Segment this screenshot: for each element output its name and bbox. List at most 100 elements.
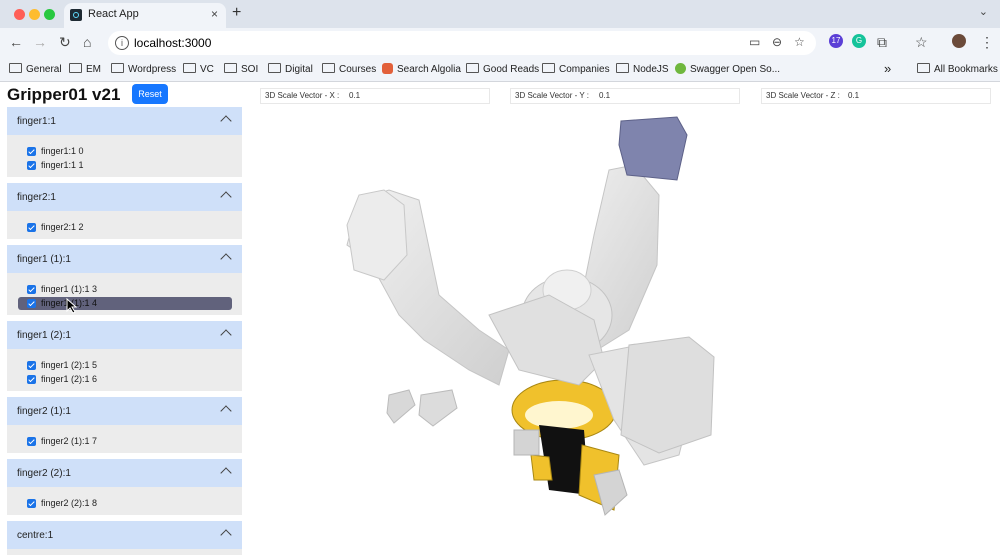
list-item-selected[interactable]: finger1 (1):1 4	[18, 297, 232, 310]
loose-cube-left[interactable]	[386, 389, 416, 424]
checkbox[interactable]	[27, 285, 36, 294]
bookmark-em[interactable]: EM	[69, 63, 101, 75]
bookmark-swagger[interactable]: Swagger Open So...	[675, 63, 780, 75]
back-arrow-icon[interactable]: ←	[9, 34, 23, 50]
section-header[interactable]: centre:1	[7, 521, 242, 549]
gripper-3d-model[interactable]	[249, 85, 1000, 555]
chevron-up-icon[interactable]	[220, 115, 232, 127]
list-item[interactable]: finger1 (2):1 6	[18, 373, 232, 386]
close-tab-icon[interactable]: ×	[211, 7, 218, 21]
minimize-window-button[interactable]	[29, 9, 40, 20]
page-title: Gripper01 v21	[7, 85, 121, 104]
react-favicon-icon	[70, 9, 82, 21]
list-item[interactable]: finger1:1 0	[18, 145, 232, 158]
bookmark-soi[interactable]: SOI	[224, 63, 258, 75]
bookmark-digital[interactable]: Digital	[268, 63, 313, 75]
finger-arm-right-lower[interactable]	[588, 336, 715, 466]
folder-icon	[268, 63, 281, 73]
checkbox[interactable]	[27, 361, 36, 370]
reset-button[interactable]: Reset	[132, 84, 168, 104]
extensions-puzzle-icon[interactable]: ⧉	[877, 34, 887, 51]
list-item[interactable]: finger2 (1):1 7	[18, 435, 232, 448]
section-header[interactable]: finger2:1	[7, 183, 242, 211]
folder-icon	[542, 63, 555, 73]
chevron-up-icon[interactable]	[220, 329, 232, 341]
list-item[interactable]: finger2:1 2	[18, 221, 232, 234]
checkbox[interactable]	[27, 499, 36, 508]
bookmark-companies[interactable]: Companies	[542, 63, 610, 75]
bookmarks-overflow-icon[interactable]: »	[884, 61, 891, 76]
folder-icon	[111, 63, 124, 73]
section-title: finger1:1	[17, 116, 56, 127]
checkbox[interactable]	[27, 375, 36, 384]
section-finger2-1: finger2:1 finger2:1 2	[7, 183, 242, 239]
forward-arrow-icon[interactable]: →	[33, 34, 47, 50]
checkbox[interactable]	[27, 437, 36, 446]
folder-icon	[183, 63, 196, 73]
checkbox[interactable]	[27, 299, 36, 308]
checkbox[interactable]	[27, 147, 36, 156]
section-header[interactable]: finger2 (1):1	[7, 397, 242, 425]
checkbox[interactable]	[27, 223, 36, 232]
reload-icon[interactable]: ↻	[59, 34, 71, 51]
section-header[interactable]: finger2 (2):1	[7, 459, 242, 487]
extension-badge-icon[interactable]: 17	[829, 34, 843, 48]
avatar[interactable]	[952, 34, 966, 48]
bookmark-good-reads[interactable]: Good Reads	[466, 63, 539, 75]
tab-react-app[interactable]: React App ×	[64, 3, 226, 28]
section-header[interactable]: finger1 (2):1	[7, 321, 242, 349]
address-bar[interactable]: i localhost:3000 ▭ ⊖ ☆	[108, 31, 816, 55]
section-title: centre:1	[17, 530, 54, 541]
bookmark-search-algolia[interactable]: Search Algolia	[382, 63, 461, 75]
bookmark-general[interactable]: General	[9, 63, 62, 75]
section-header[interactable]: finger1:1	[7, 107, 242, 135]
chevron-up-icon[interactable]	[220, 529, 232, 541]
parts-sidebar: finger1:1 finger1:1 0 finger1:1 1 finger…	[7, 107, 242, 555]
menu-kebab-icon[interactable]: ⋮	[980, 34, 994, 51]
folder-icon	[322, 63, 335, 73]
algolia-icon	[382, 63, 393, 74]
list-item[interactable]: finger1 (2):1 5	[18, 359, 232, 372]
tab-search-chevron-icon[interactable]: ⌄	[979, 5, 988, 18]
chevron-up-icon[interactable]	[220, 467, 232, 479]
section-finger1-1-1: finger1 (1):1 finger1 (1):1 3 finger1 (1…	[7, 245, 242, 315]
new-tab-button[interactable]: +	[232, 4, 241, 22]
list-item[interactable]: finger1 (1):1 3	[18, 283, 232, 296]
section-finger1-2-1: finger1 (2):1 finger1 (2):1 5 finger1 (2…	[7, 321, 242, 391]
tab-title: React App	[88, 8, 139, 20]
loose-cube-mid[interactable]	[418, 389, 458, 427]
all-bookmarks[interactable]: All Bookmarks	[917, 63, 998, 75]
base-black-column[interactable]	[513, 425, 628, 516]
grammarly-icon[interactable]: G	[852, 34, 866, 48]
chevron-up-icon[interactable]	[220, 405, 232, 417]
folder-icon	[9, 63, 22, 73]
chevron-up-icon[interactable]	[220, 253, 232, 265]
checkbox[interactable]	[27, 161, 36, 170]
bookmark-nodejs[interactable]: NodeJS	[616, 63, 669, 75]
bookmark-vc[interactable]: VC	[183, 63, 214, 75]
bookmark-wordpress[interactable]: Wordpress	[111, 63, 176, 75]
list-item[interactable]: finger2 (2):1 8	[18, 497, 232, 510]
bookmarks-panel-icon[interactable]: ☆	[915, 34, 928, 51]
section-title: finger2 (1):1	[17, 406, 71, 417]
install-app-icon[interactable]: ▭	[749, 35, 760, 49]
bookmark-star-icon[interactable]: ☆	[794, 35, 805, 49]
browser-tab-strip: React App × + ⌄	[0, 0, 1000, 28]
bookmark-courses[interactable]: Courses	[322, 63, 376, 75]
zoom-icon[interactable]: ⊖	[772, 35, 782, 49]
site-info-icon[interactable]: i	[115, 36, 129, 50]
section-title: finger1 (1):1	[17, 254, 71, 265]
section-title: finger1 (2):1	[17, 330, 71, 341]
url-text: localhost:3000	[134, 36, 212, 50]
home-icon[interactable]: ⌂	[83, 34, 91, 50]
section-header[interactable]: finger1 (1):1	[7, 245, 242, 273]
chevron-up-icon[interactable]	[220, 191, 232, 203]
finger-arm-left[interactable]	[346, 189, 510, 386]
close-window-button[interactable]	[14, 9, 25, 20]
3d-viewport[interactable]: 3D Scale Vector - X : 0.1 3D Scale Vecto…	[66, 85, 1000, 555]
section-centre-1: centre:1	[7, 521, 242, 555]
maximize-window-button[interactable]	[44, 9, 55, 20]
list-item[interactable]: finger1:1 1	[18, 159, 232, 172]
browser-toolbar: ← → ↻ ⌂ i localhost:3000 ▭ ⊖ ☆ 17 G ⧉ ☆ …	[0, 28, 1000, 59]
folder-icon	[616, 63, 629, 73]
